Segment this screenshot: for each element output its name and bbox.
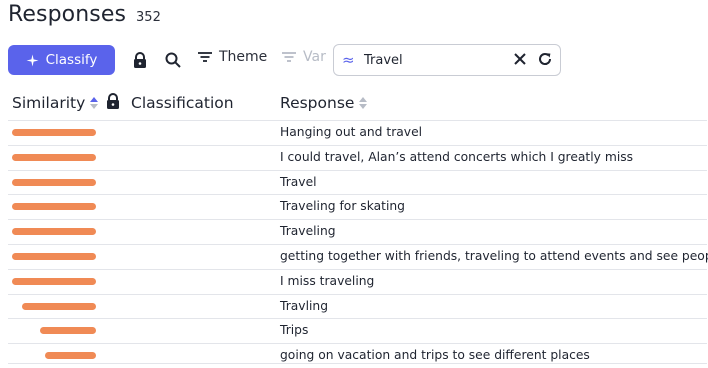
page-title: Responses [8,2,127,27]
approx-icon: ≈ [342,51,355,69]
similarity-bar [12,153,96,161]
sort-icon[interactable] [90,97,99,109]
close-icon[interactable] [513,52,527,66]
refresh-icon[interactable] [537,51,553,67]
similarity-bar [12,178,96,186]
table-row[interactable]: getting together with friends, traveling… [8,244,708,269]
response-text: Travel [280,174,317,189]
classify-label: Classify [45,52,98,68]
sort-icon[interactable] [359,97,368,109]
theme-label: Theme [219,49,268,65]
column-header-classification[interactable]: Classification [131,94,234,112]
response-text: Travling [280,298,329,313]
similarity-bar [22,302,96,310]
search-value: Travel [364,53,403,68]
toolbar: Classify Theme Var ≈ Travel [8,44,568,76]
table-row[interactable]: going on vacation and trips to see diffe… [8,343,707,368]
table-row[interactable]: Hanging out and travel [8,120,707,145]
sparkle-icon [26,54,39,66]
lock-button[interactable] [128,48,152,72]
response-text: I miss traveling [280,273,375,288]
page-header: Responses 352 [8,2,161,36]
response-text: going on vacation and trips to see diffe… [280,348,590,363]
similarity-bar [12,277,96,285]
var-filter-button[interactable]: Var [281,49,326,65]
similarity-bar [12,129,96,136]
response-header-label: Response [280,94,355,112]
similarity-bar [45,352,96,360]
theme-filter-button[interactable]: Theme [197,49,267,65]
similarity-bar [12,203,96,211]
table-bottom-divider [8,363,707,364]
classify-button[interactable]: Classify [8,45,115,75]
classification-header-label: Classification [131,94,234,112]
similarity-bar [12,253,96,260]
response-text: Hanging out and travel [280,125,423,139]
semantic-search-input[interactable]: ≈ Travel [333,44,561,76]
similarity-bar [12,228,96,236]
column-header-similarity[interactable]: Similarity [12,94,99,112]
response-text: getting together with friends, traveling… [280,249,708,263]
response-text: Traveling for skating [280,199,405,214]
var-label: Var [303,49,326,65]
table-row[interactable]: Travling [8,293,707,319]
table-row[interactable]: Traveling for skating [8,194,707,219]
search-button[interactable] [161,48,185,72]
response-text: I could travel, Alan’s attend concerts w… [280,149,634,164]
table-row[interactable]: Travel [8,169,707,195]
classification-lock-button[interactable] [106,93,120,110]
table-row[interactable]: I miss traveling [8,268,707,294]
search-icon [165,52,181,68]
table-row[interactable]: I could travel, Alan’s attend concerts w… [8,144,707,170]
lock-icon [134,51,146,68]
filter-icon [282,52,296,62]
response-text: Trips [280,323,309,338]
column-header-response[interactable]: Response [280,94,368,112]
response-text: Traveling [280,224,336,239]
lock-icon [107,93,119,109]
similarity-bar [40,327,96,335]
table-row[interactable]: Trips [8,318,707,343]
table-row[interactable]: Traveling [8,219,707,244]
similarity-header-label: Similarity [12,94,86,112]
response-count: 352 [136,10,161,25]
filter-icon [198,52,212,62]
